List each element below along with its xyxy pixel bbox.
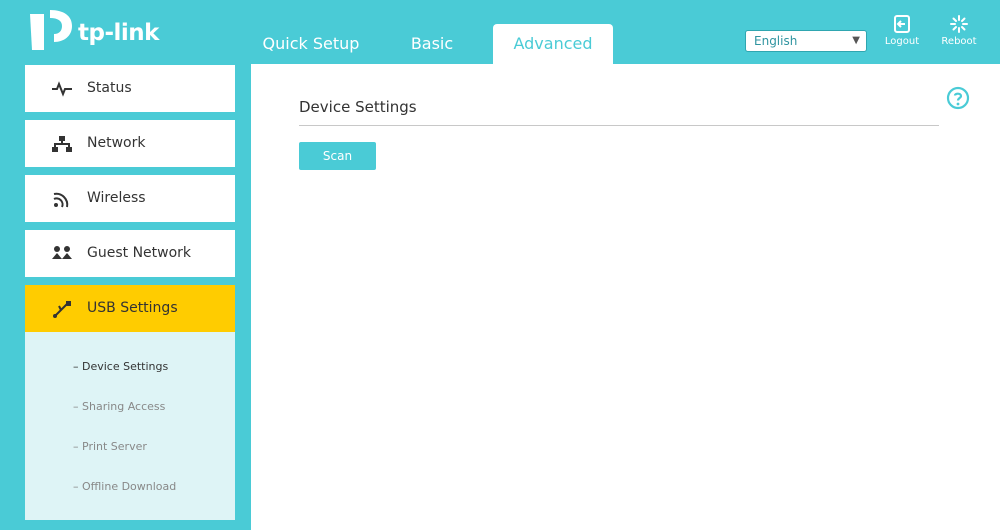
title-divider <box>299 125 939 126</box>
submenu-item-offline-download[interactable]: – Offline Download <box>73 480 176 493</box>
logout-button[interactable]: Logout <box>879 14 925 47</box>
language-selected: English <box>754 34 798 48</box>
tp-link-logo-icon <box>30 10 72 50</box>
sidebar-item-wireless[interactable]: Wireless <box>25 175 235 222</box>
sidebar-item-label: Status <box>87 80 132 96</box>
submenu-item-sharing-access[interactable]: – Sharing Access <box>73 400 165 413</box>
scan-button[interactable]: Scan <box>299 142 376 170</box>
submenu-item-label: Device Settings <box>82 360 169 373</box>
tab-advanced[interactable]: Advanced <box>493 24 613 64</box>
tab-basic[interactable]: Basic <box>390 24 474 64</box>
sidebar-item-label: Wireless <box>87 190 146 206</box>
pulse-icon <box>52 81 72 97</box>
guest-icon <box>52 246 72 259</box>
sidebar-item-label: USB Settings <box>87 300 178 316</box>
submenu-item-label: Print Server <box>82 440 147 453</box>
brand-name: tp-link <box>78 20 159 46</box>
submenu-item-print-server[interactable]: – Print Server <box>73 440 147 453</box>
logout-icon <box>894 15 910 33</box>
main-panel: Device Settings Scan <box>251 64 1000 530</box>
reboot-icon <box>950 15 968 33</box>
help-icon[interactable] <box>946 86 970 110</box>
usb-submenu: – Device Settings – Sharing Access – Pri… <box>25 332 235 520</box>
page-title: Device Settings <box>299 98 417 116</box>
tab-quick-setup[interactable]: Quick Setup <box>250 24 372 64</box>
wifi-icon <box>53 192 69 208</box>
chevron-down-icon: ▼ <box>852 35 860 46</box>
logout-label: Logout <box>884 36 920 47</box>
submenu-item-device-settings[interactable]: – Device Settings <box>73 360 168 373</box>
network-icon <box>52 136 72 152</box>
sidebar-item-network[interactable]: Network <box>25 120 235 167</box>
sidebar-item-usb-settings[interactable]: USB Settings <box>25 285 235 332</box>
reboot-button[interactable]: Reboot <box>936 14 982 47</box>
sidebar-item-label: Guest Network <box>87 245 192 261</box>
reboot-label: Reboot <box>941 36 977 47</box>
sidebar-item-label: Network <box>87 135 146 151</box>
usb-icon <box>53 301 71 318</box>
sidebar-item-guest-network[interactable]: Guest Network <box>25 230 235 277</box>
submenu-item-label: Sharing Access <box>82 400 166 413</box>
tp-link-logo: tp-link <box>26 6 166 54</box>
sidebar-item-status[interactable]: Status <box>25 65 235 112</box>
submenu-item-label: Offline Download <box>82 480 177 493</box>
language-select[interactable]: English ▼ <box>745 30 867 52</box>
